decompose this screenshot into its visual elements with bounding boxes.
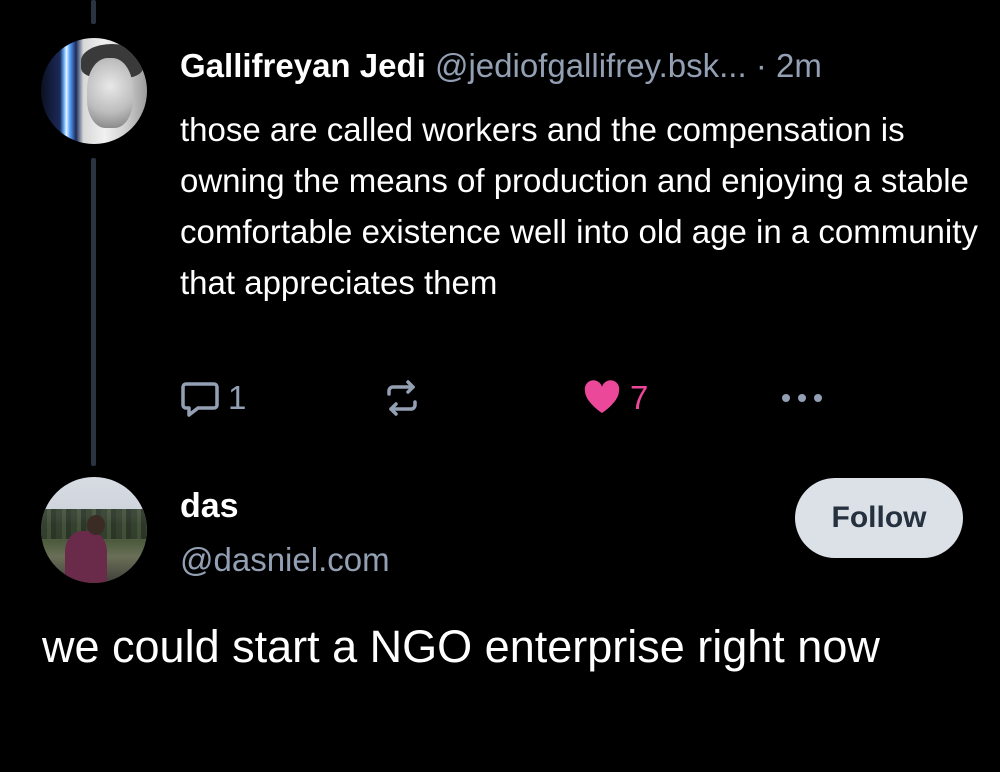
- avatar-face-shape: [87, 58, 133, 128]
- speech-bubble-icon: [178, 376, 222, 420]
- repost-button[interactable]: [380, 376, 424, 420]
- avatar-person-shape: [65, 531, 107, 583]
- main-post-display-name[interactable]: das: [180, 484, 239, 528]
- main-post-avatar[interactable]: [41, 477, 147, 583]
- more-options-button[interactable]: [778, 376, 826, 420]
- main-post-text: we could start a NGO enterprise right no…: [42, 621, 880, 672]
- heart-icon: [582, 378, 622, 418]
- header-separator: ·: [755, 47, 767, 84]
- reply-button[interactable]: 1: [178, 376, 246, 420]
- parent-post-header: Gallifreyan Jedi @jediofgallifrey.bsk...…: [180, 44, 822, 88]
- avatar-head-shape: [87, 515, 105, 535]
- thread-line-top: [91, 0, 96, 24]
- parent-post-timestamp[interactable]: 2m: [776, 47, 822, 84]
- ellipsis-icon: [778, 376, 826, 420]
- parent-post-handle[interactable]: @jediofgallifrey.bsk...: [435, 47, 747, 84]
- follow-button[interactable]: Follow: [795, 478, 963, 558]
- parent-post-text: those are called workers and the compens…: [180, 111, 978, 301]
- reply-count: 1: [228, 379, 247, 416]
- like-button[interactable]: 7: [582, 376, 648, 420]
- repost-arrows-icon: [380, 376, 424, 420]
- parent-post-display-name[interactable]: Gallifreyan Jedi: [180, 47, 426, 84]
- like-count: 7: [630, 379, 649, 416]
- parent-post-avatar[interactable]: [41, 38, 147, 144]
- main-post-handle[interactable]: @dasniel.com: [180, 538, 390, 582]
- thread-line: [91, 158, 96, 466]
